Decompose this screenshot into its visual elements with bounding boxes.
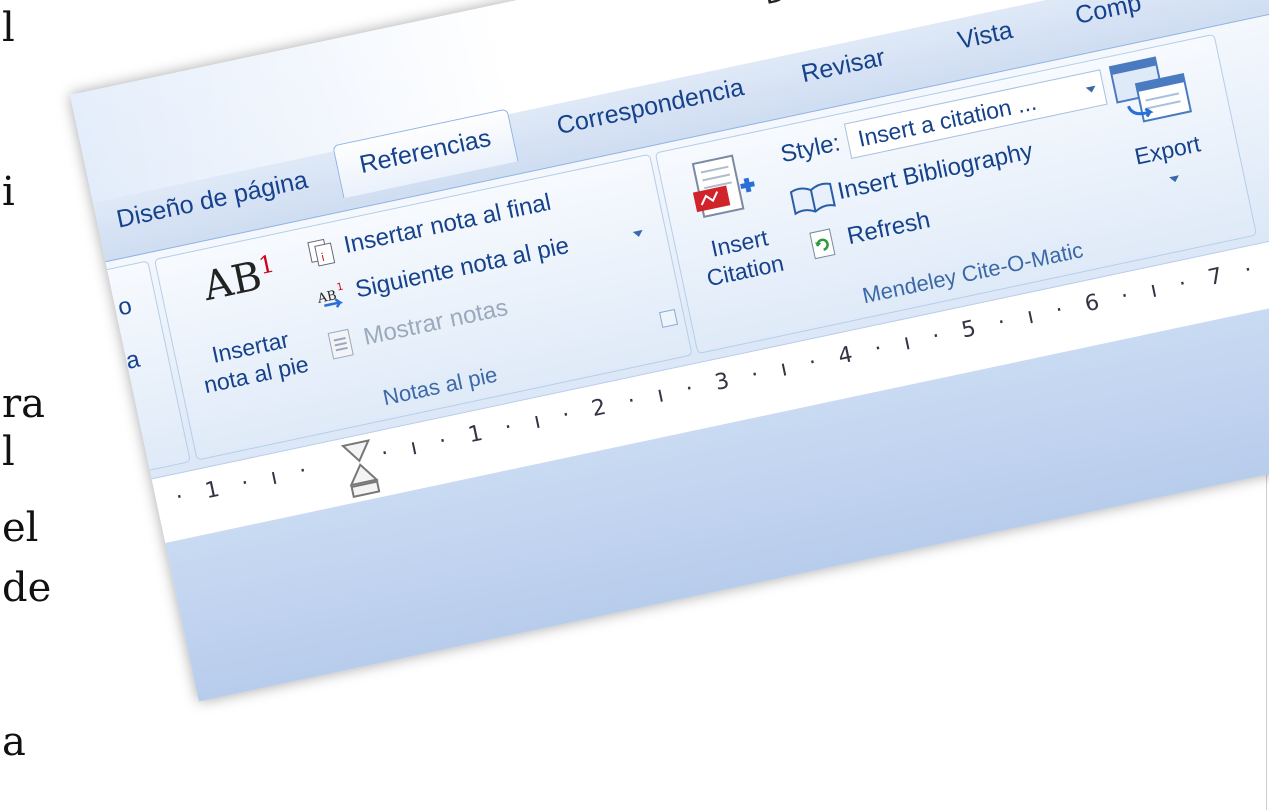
slide-text-fragment: de [2,565,52,611]
slide-text-fragment: l [2,5,15,51]
slide-text-fragment: ra [2,381,45,427]
slide-text-fragment: a [2,719,26,765]
cut-off-label: o [115,292,135,322]
ab-glyph: AB [199,253,266,311]
book-icon [789,182,836,216]
style-label: Style: [778,129,843,169]
insert-citation-icon [691,154,755,218]
next-footnote-icon: AB 1 [315,282,345,308]
word-ribbon-screenshot: Documento1 - Microsoft Wor Diseño de pág… [70,0,1269,702]
slide-text-fragment: el [2,505,39,551]
export-button[interactable]: Export [1093,44,1234,223]
refresh-label: Refresh [844,206,933,251]
show-notes-icon [327,328,354,360]
slide-text-fragment: i [2,169,15,215]
slide-text-fragment: l [2,429,15,475]
endnote-icon: i [307,238,336,267]
footnote-ab-icon: AB1 [199,250,281,311]
chevron-down-icon [1085,85,1096,93]
insertar-nota-al-pie-button[interactable]: AB1 Insertar nota al pie [167,239,327,423]
refresh-icon [809,228,836,260]
svg-text:1: 1 [336,282,345,294]
export-icon [1108,56,1193,123]
cut-off-label: bla [105,345,143,379]
export-label: Export [1132,130,1203,170]
chevron-down-icon[interactable] [631,228,645,240]
chevron-down-icon [1169,175,1179,183]
